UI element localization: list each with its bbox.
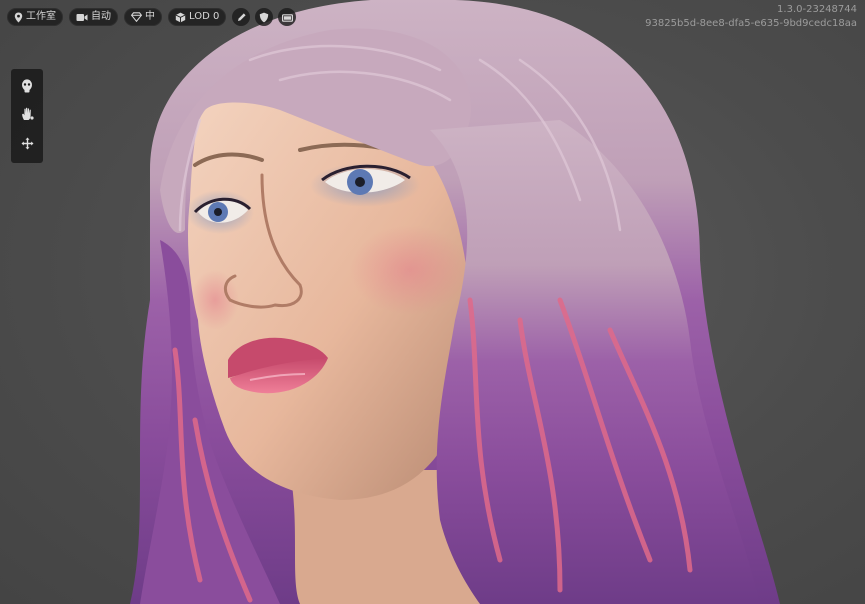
cheek-blush xyxy=(350,225,470,315)
move-tool-button[interactable] xyxy=(16,134,38,156)
camera-label: 自动 xyxy=(91,11,111,22)
face-icon xyxy=(21,78,33,97)
camera-button[interactable]: 自动 xyxy=(69,8,118,26)
face-tool-button[interactable] xyxy=(16,76,38,98)
viewport-toolbar: 工作室 自动 中 LOD 0 xyxy=(7,7,301,27)
map-pin-icon xyxy=(14,12,23,23)
viewport-side-toolbar xyxy=(11,69,43,163)
monitor-icon xyxy=(281,8,293,27)
build-info: 1.3.0-23248744 93825b5d-8ee8-dfa5-e635-9… xyxy=(645,3,857,31)
cube-icon xyxy=(175,12,186,23)
3d-viewport[interactable] xyxy=(0,0,865,604)
hand-tool-button[interactable] xyxy=(16,105,38,127)
diamond-icon xyxy=(131,12,142,22)
screen-button[interactable] xyxy=(278,8,297,27)
location-button[interactable]: 工作室 xyxy=(7,8,63,26)
build-hash-text: 93825b5d-8ee8-dfa5-e635-9bd9cedc18aa xyxy=(645,18,857,29)
move-arrows-icon xyxy=(21,135,34,154)
location-label: 工作室 xyxy=(26,11,56,22)
character-render xyxy=(130,0,780,604)
video-camera-icon xyxy=(76,13,88,22)
lod-button[interactable]: LOD 0 xyxy=(168,8,227,26)
shield-button[interactable] xyxy=(255,8,274,27)
version-text: 1.3.0-23248744 xyxy=(777,4,857,15)
quality-label: 中 xyxy=(145,11,155,22)
pen-icon xyxy=(236,8,247,27)
quality-button[interactable]: 中 xyxy=(124,8,162,26)
lod-label: LOD 0 xyxy=(189,11,220,22)
shield-icon xyxy=(259,8,269,27)
pen-button[interactable] xyxy=(232,8,251,27)
hand-icon xyxy=(21,106,34,125)
